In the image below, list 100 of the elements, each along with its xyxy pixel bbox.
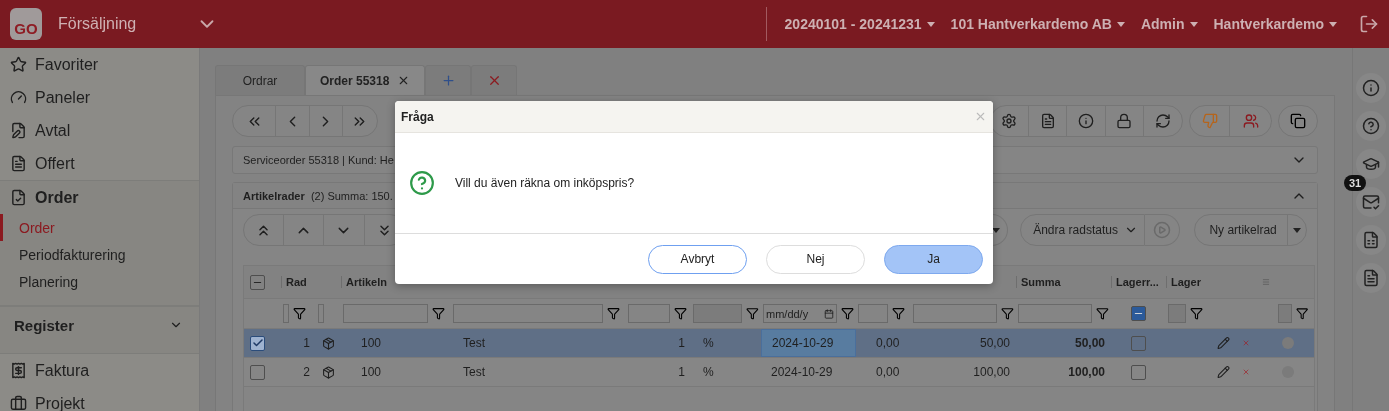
row-checkbox[interactable]: [250, 335, 265, 351]
graduation-cap-button[interactable]: [1356, 149, 1386, 179]
caret-icon: [926, 21, 935, 27]
mail-check-button[interactable]: [1356, 187, 1386, 217]
caret-icon: [1189, 21, 1198, 27]
filter-icon[interactable]: [1096, 307, 1109, 320]
sidebar-item[interactable]: Projekt: [0, 387, 199, 411]
filter-icon[interactable]: [1295, 307, 1308, 320]
filter-input[interactable]: [1018, 304, 1093, 323]
header-menu[interactable]: 101 Hantverkardemo AB: [942, 16, 1133, 32]
info-icon: [1078, 113, 1094, 129]
filter-input[interactable]: [1278, 304, 1292, 323]
filter-icon[interactable]: [674, 307, 687, 320]
table-cell-text: 50,00: [978, 335, 1011, 352]
package-icon: [322, 365, 335, 379]
stock-filter-checkbox[interactable]: [1131, 306, 1146, 321]
filter-icon[interactable]: [293, 307, 306, 320]
select-all-checkbox[interactable]: [250, 274, 265, 290]
filter-input[interactable]: [693, 304, 743, 323]
new-row-button[interactable]: Ny artikelrad: [1195, 215, 1288, 245]
column-header[interactable]: Summa: [1016, 276, 1111, 288]
app-logo[interactable]: GO: [10, 8, 42, 40]
filter-input[interactable]: [628, 304, 670, 323]
table-cell-text: 1: [677, 364, 686, 381]
settings-icon: [1001, 113, 1018, 129]
status-dot: [1282, 337, 1294, 349]
star-icon: [10, 56, 27, 73]
dialog-button[interactable]: Ja: [884, 244, 983, 274]
filter-input[interactable]: [913, 304, 998, 323]
graduation-cap-icon: [1362, 155, 1380, 173]
sidebar-section-header[interactable]: Register: [0, 307, 199, 343]
sidebar-group-header[interactable]: Order: [0, 181, 199, 214]
info-text: Serviceorder 55318 | Kund: He: [243, 154, 394, 166]
document-check-icon: [10, 189, 27, 206]
caret-icon: [1292, 227, 1301, 233]
refresh-icon: [1155, 113, 1172, 129]
filter-input[interactable]: [453, 304, 603, 323]
date-filter-input[interactable]: mm/dd/y: [763, 304, 837, 323]
report-button[interactable]: [1356, 225, 1386, 255]
filter-input[interactable]: [283, 304, 289, 323]
receipt-icon: [10, 362, 27, 379]
filter-input[interactable]: [318, 304, 324, 323]
sidebar-item[interactable]: Avtal: [0, 114, 199, 147]
header-menu[interactable]: 20240101 - 20241231: [776, 16, 943, 32]
filter-icon[interactable]: [746, 307, 759, 320]
notification-badge: 31: [1344, 175, 1367, 191]
help-icon: [1362, 117, 1380, 135]
column-header[interactable]: Rad: [281, 276, 316, 288]
sidebar-item[interactable]: Offert: [0, 147, 199, 180]
sidebar-item[interactable]: Paneler: [0, 81, 199, 114]
check-icon: [251, 337, 264, 349]
dialog-button[interactable]: Nej: [766, 244, 865, 274]
calendar-icon[interactable]: [824, 308, 834, 319]
table-cell-text: 100: [360, 364, 383, 381]
stock-checkbox[interactable]: [1131, 364, 1146, 380]
header-menu[interactable]: Hantverkardemo: [1205, 16, 1345, 32]
sidebar-subitem[interactable]: Order: [0, 214, 199, 241]
mail-check-icon: [1362, 193, 1380, 211]
filter-icon[interactable]: [1001, 307, 1014, 320]
spreadsheet-icon: [1362, 231, 1380, 249]
filter-icon[interactable]: [841, 307, 854, 320]
dialog-message: Vill du även räkna om inköpspris?: [455, 176, 635, 190]
tab[interactable]: Ordrar: [215, 65, 305, 95]
sidebar-subitem[interactable]: Planering: [0, 268, 199, 295]
play-icon: [1153, 221, 1172, 239]
package-icon: [322, 336, 335, 350]
copy-button[interactable]: [1277, 105, 1318, 137]
dialog-button[interactable]: Avbryt: [648, 244, 747, 274]
header-menu[interactable]: Admin: [1132, 16, 1206, 32]
table-cell-text: 0,00: [875, 364, 901, 381]
caret-icon: [1116, 21, 1125, 27]
stock-checkbox[interactable]: [1131, 335, 1146, 351]
filter-icon[interactable]: [432, 307, 445, 320]
signed-document-icon: [10, 122, 27, 139]
table-cell-text: 0,00: [875, 335, 901, 352]
sidebar-subitem[interactable]: Periodfakturering: [0, 241, 199, 268]
document-button[interactable]: [1356, 263, 1386, 293]
logout-icon[interactable]: [1359, 14, 1379, 34]
column-header[interactable]: Lagerr...: [1111, 276, 1166, 288]
help-button[interactable]: [1356, 111, 1386, 141]
column-header[interactable]: Lager: [1166, 276, 1211, 288]
filter-icon[interactable]: [892, 307, 905, 320]
sidebar-item[interactable]: Favoriter: [0, 48, 199, 81]
filter-icon[interactable]: [607, 307, 620, 320]
row-checkbox[interactable]: [250, 364, 265, 380]
tab[interactable]: Order 55318: [305, 65, 426, 95]
lock-icon: [1116, 113, 1133, 129]
filter-input[interactable]: [1168, 304, 1186, 323]
filter-input[interactable]: [343, 304, 428, 323]
info-button[interactable]: [1356, 73, 1386, 103]
section-title: Artikelrader (2) Summa: 150.: [243, 189, 393, 202]
sidebar-item[interactable]: Faktura: [0, 354, 199, 387]
filter-icon[interactable]: [1190, 307, 1203, 320]
document-icon: [10, 155, 27, 172]
filter-input[interactable]: [858, 304, 888, 323]
document-icon: [1362, 269, 1380, 287]
pencil-icon[interactable]: [1217, 365, 1230, 379]
pencil-icon[interactable]: [1217, 336, 1230, 350]
table-row[interactable]: 1 100 Test 1 % 2024-10-29 0,00 50,00 50,00: [244, 329, 1314, 358]
document-icon: [1039, 113, 1056, 129]
